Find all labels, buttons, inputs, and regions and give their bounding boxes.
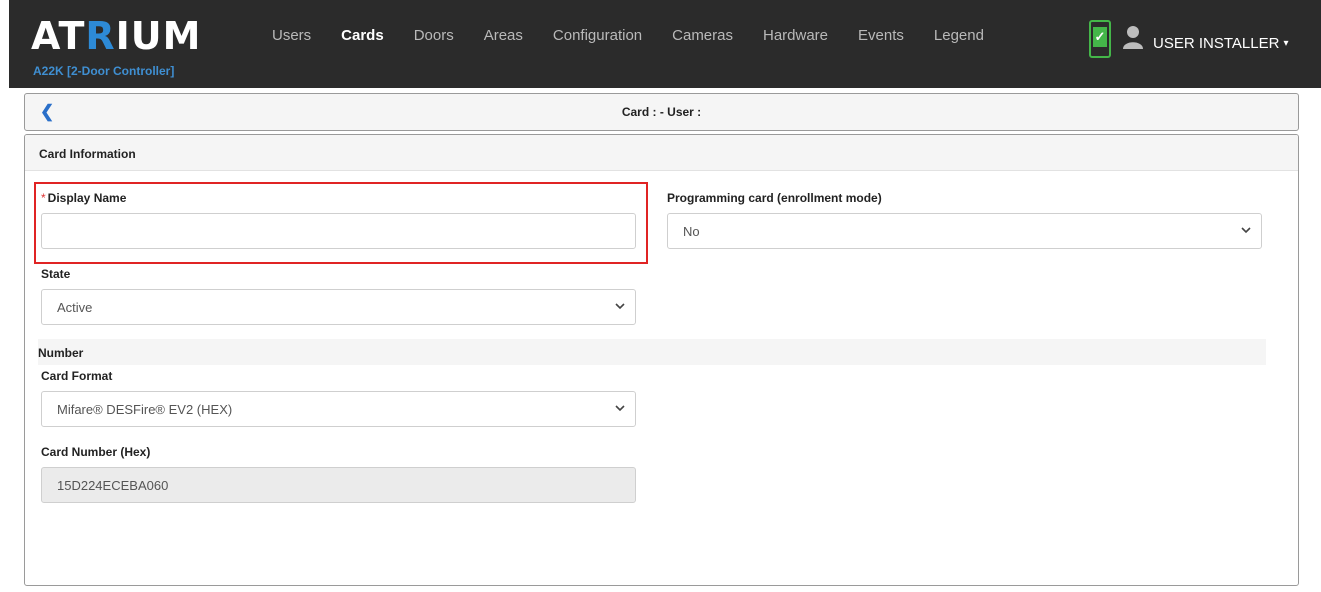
nav-item-legend[interactable]: Legend [919, 27, 999, 45]
number-section-heading: Number [38, 339, 1266, 365]
display-name-input[interactable] [41, 213, 636, 249]
card-format-select[interactable]: Mifare® DESFire® EV2 (HEX) [41, 391, 636, 427]
card-header-bar: ❮ Card : - User : [24, 93, 1299, 131]
nav-item-configuration[interactable]: Configuration [538, 27, 657, 45]
nav-item-cameras[interactable]: Cameras [657, 27, 748, 45]
state-value: Active [57, 300, 93, 315]
main-nav: Users Cards Doors Areas Configuration Ca… [257, 27, 999, 45]
atrium-logo[interactable]: ATRIUM [31, 14, 202, 58]
programming-card-select[interactable]: No [667, 213, 1262, 249]
card-number-label: Card Number (Hex) [41, 445, 151, 459]
nav-item-hardware[interactable]: Hardware [748, 27, 843, 45]
mobile-connected-icon[interactable]: ✓ [1089, 20, 1111, 58]
card-format-label: Card Format [41, 369, 113, 383]
user-menu[interactable]: USER INSTALLER ▾ [1153, 35, 1288, 53]
check-icon: ✓ [1093, 27, 1107, 47]
card-information-panel: Card Information * Display Name Programmi… [24, 134, 1299, 586]
nav-item-events[interactable]: Events [843, 27, 919, 45]
chevron-down-icon [615, 405, 625, 412]
chevron-down-icon: ▾ [1283, 38, 1289, 50]
user-icon[interactable] [1122, 25, 1144, 49]
nav-item-areas[interactable]: Areas [469, 27, 538, 45]
nav-item-cards[interactable]: Cards [326, 27, 399, 45]
nav-item-doors[interactable]: Doors [399, 27, 469, 45]
programming-card-label: Programming card (enrollment mode) [667, 191, 882, 205]
programming-card-value: No [683, 224, 700, 239]
logo-text: ATRIUM [31, 14, 202, 58]
card-number-field: 15D224ECEBA060 [41, 467, 636, 503]
required-marker: * [41, 191, 46, 205]
state-label: State [41, 267, 71, 281]
page-title: Card : - User : [621, 105, 702, 119]
chevron-down-icon [1241, 227, 1251, 234]
chevron-down-icon [615, 303, 625, 310]
panel-title: Card Information [25, 135, 1298, 171]
controller-label: A22K [2-Door Controller] [33, 64, 175, 78]
top-navbar: ATRIUM A22K [2-Door Controller] Users Ca… [9, 0, 1321, 88]
card-format-value: Mifare® DESFire® EV2 (HEX) [57, 402, 233, 417]
nav-item-users[interactable]: Users [257, 27, 326, 45]
display-name-label: * Display Name [41, 191, 127, 205]
user-menu-label: USER INSTALLER [1153, 35, 1280, 52]
state-select[interactable]: Active [41, 289, 636, 325]
